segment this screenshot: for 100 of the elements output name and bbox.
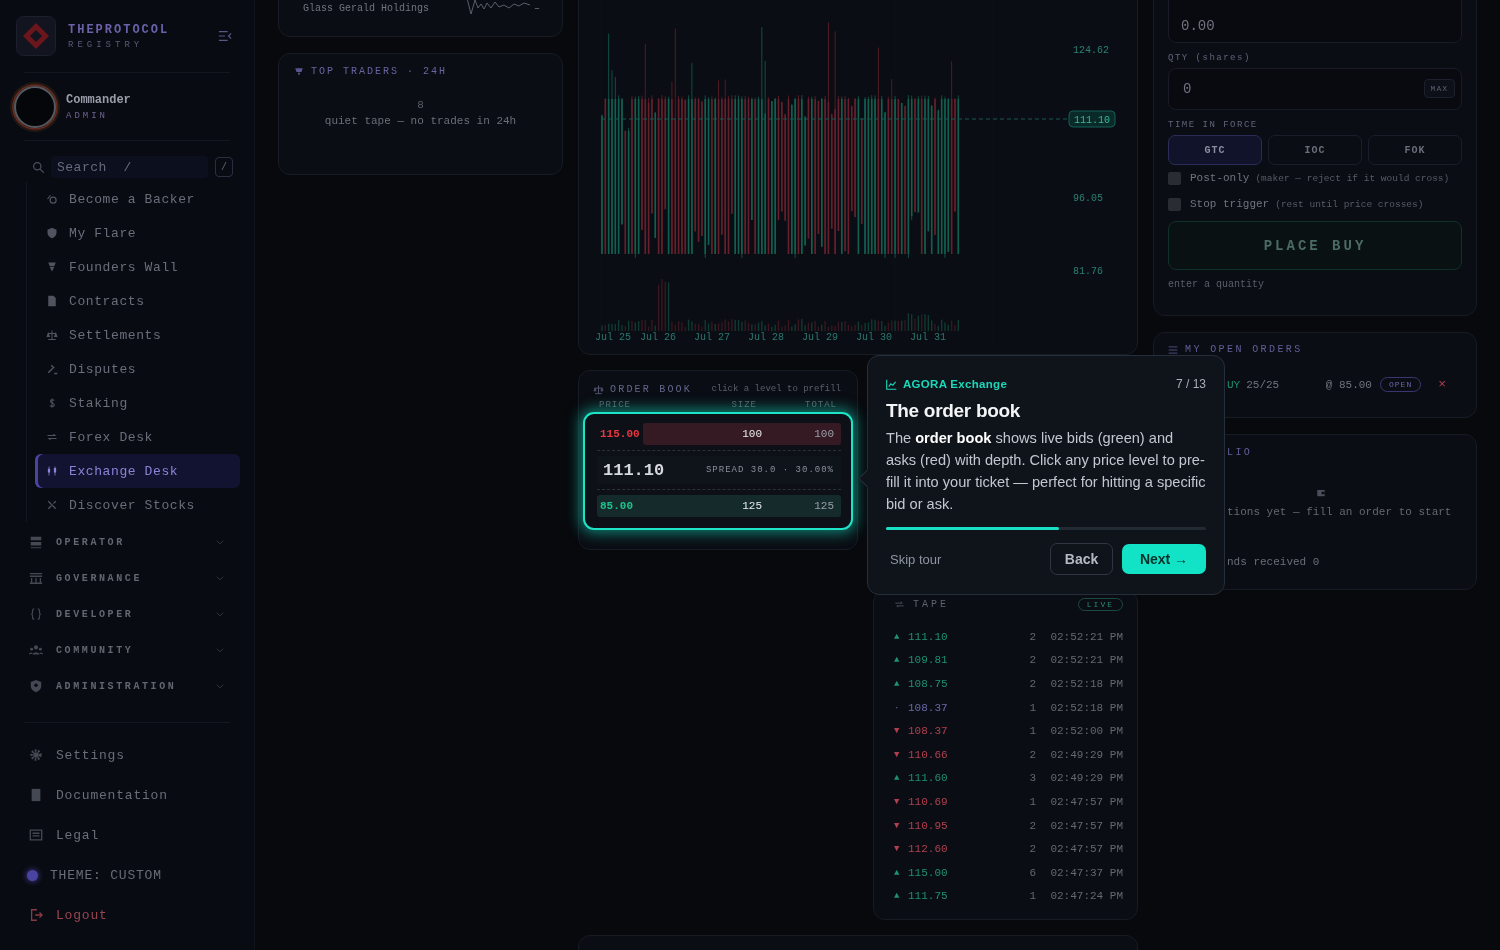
tour-brand: AGORA Exchange <box>903 378 1008 390</box>
nav-item[interactable]: My Flare <box>35 216 240 250</box>
dividends-text: nds received 0 <box>1227 556 1321 568</box>
cancel-button[interactable]: × <box>1438 377 1446 392</box>
trader-count: 8 <box>416 99 425 111</box>
nav-item[interactable]: Disputes <box>35 352 240 386</box>
level-size: 100 <box>741 428 762 440</box>
trade-price: 110.69 <box>908 795 949 808</box>
level-price: 85.00 <box>600 500 634 512</box>
trade-time: 02:49:29 PM <box>1049 772 1123 785</box>
group-label: ADMINISTRATION <box>56 680 178 692</box>
card-title: TAPE <box>913 598 949 610</box>
nav-item[interactable]: Staking <box>35 386 240 420</box>
step-counter: 7 / 13 <box>1175 377 1206 391</box>
option-label: Stop trigger <box>1190 198 1270 210</box>
trend-arrow: ▲ <box>894 773 901 784</box>
trade-qty: 1 <box>1028 890 1036 903</box>
nav-group[interactable]: COMMUNITY <box>0 632 254 668</box>
trade-time: 02:52:18 PM <box>1049 678 1123 690</box>
order-side: UY <box>1227 378 1241 391</box>
trade-time: 02:49:29 PM <box>1049 748 1123 761</box>
axis-label: Jul 25 <box>595 332 631 343</box>
trade-time: 02:47:57 PM <box>1049 819 1123 832</box>
axis-label: 96.05 <box>1073 193 1103 204</box>
nav-group[interactable]: GOVERNANCE <box>0 560 254 596</box>
trade-price: 108.37 <box>908 701 949 714</box>
change-value: – <box>534 3 540 14</box>
card-title: LIO <box>1227 447 1254 458</box>
group-label: OPERATOR <box>56 536 126 548</box>
group-label: COMMUNITY <box>56 644 135 656</box>
trend-arrow: ▲ <box>894 867 901 878</box>
price-field[interactable]: 0.00 <box>1168 0 1462 43</box>
trade-qty: 2 <box>1028 843 1036 856</box>
trade-qty: 2 <box>1028 630 1036 643</box>
nav-item[interactable]: Exchange Desk <box>35 454 240 488</box>
nav-item[interactable]: Discover Stocks <box>35 488 240 522</box>
trade-qty: 2 <box>1028 819 1036 832</box>
time-in-force-option[interactable]: GTC <box>1168 135 1262 165</box>
trade-time: 02:47:24 PM <box>1049 890 1123 903</box>
nav-item[interactable]: Settlements <box>35 318 240 352</box>
footer-link[interactable]: Legal <box>0 815 254 855</box>
nav-group[interactable]: DEVELOPER <box>0 596 254 632</box>
nav-item[interactable]: Become a Backer <box>35 182 240 216</box>
trade-qty: 2 <box>1028 654 1036 667</box>
trade-time: 02:47:57 PM <box>1049 843 1123 856</box>
holding-name: Glass Gerald Holdings <box>303 3 431 14</box>
trade-qty: 6 <box>1028 866 1036 879</box>
trend-arrow: ▲ <box>894 679 901 689</box>
trade-time: 02:52:21 PM <box>1049 654 1123 667</box>
trade-qty: 2 <box>1028 678 1036 690</box>
option-label: Post-only <box>1190 172 1250 184</box>
trade-price: 111.10 <box>908 630 949 643</box>
tour-title: The order book <box>886 400 1022 422</box>
trend-arrow: ▼ <box>894 796 901 807</box>
user-name: Commander <box>66 92 131 107</box>
empty-message: quiet tape — no trades in 24h <box>323 115 518 127</box>
trade-time: 02:52:21 PM <box>1049 630 1123 643</box>
search-field[interactable]: Search / <box>51 156 208 178</box>
nav-item[interactable]: Contracts <box>35 284 240 318</box>
last-price: 111.10 <box>603 460 665 480</box>
next-button[interactable]: Next → <box>1122 544 1206 574</box>
trend-arrow: · <box>894 702 901 713</box>
trend-arrow: ▲ <box>894 631 901 642</box>
back-button[interactable]: Back <box>1050 543 1113 575</box>
shortcut-key: / <box>215 157 233 177</box>
time-in-force-option[interactable]: FOK <box>1368 135 1462 165</box>
axis-label: Jul 27 <box>694 332 730 343</box>
trend-arrow: ▼ <box>894 820 901 831</box>
helper-text: enter a quantity <box>1168 279 1265 290</box>
ask-level-row[interactable]: 115.00 100 100 <box>597 423 841 445</box>
option-hint: (maker — reject if it would cross) <box>1255 172 1450 184</box>
time-in-force-option[interactable]: IOC <box>1268 135 1362 165</box>
level-total: 125 <box>813 500 834 512</box>
nav-item[interactable]: Founders Wall <box>35 250 240 284</box>
nav-item[interactable]: Forex Desk <box>35 420 240 454</box>
axis-label: 81.76 <box>1073 266 1103 277</box>
nav-group[interactable]: ADMINISTRATION <box>0 668 254 704</box>
hint-text: click a level to prefill <box>711 384 841 394</box>
bid-level-row[interactable]: 85.00 125 125 <box>597 495 841 517</box>
trade-qty: 2 <box>1028 748 1036 761</box>
order-price: @ 85.00 <box>1325 378 1372 391</box>
axis-label: Jul 31 <box>910 332 946 343</box>
trade-qty: 3 <box>1028 772 1036 785</box>
trade-price: 108.75 <box>908 678 949 690</box>
skip-tour-link[interactable]: Skip tour <box>890 551 942 567</box>
level-total: 100 <box>813 428 834 440</box>
logout-link[interactable]: Logout <box>0 895 254 935</box>
theme-label[interactable]: THEME: CUSTOM <box>50 867 162 883</box>
trade-price: 115.00 <box>908 866 949 879</box>
card-title: TOP TRADERS · 24H <box>311 66 448 77</box>
max-button[interactable]: MAX <box>1423 79 1455 98</box>
empty-message: tions yet — fill an order to start <box>1227 506 1453 518</box>
footer-link[interactable]: Settings <box>0 735 254 775</box>
trend-arrow: ▲ <box>894 891 901 902</box>
column-header: TOTAL <box>804 400 837 412</box>
trend-arrow: ▼ <box>894 844 901 855</box>
trade-qty: 1 <box>1028 725 1036 738</box>
nav-group[interactable]: OPERATOR <box>0 524 254 560</box>
footer-link[interactable]: Documentation <box>0 775 254 815</box>
field-label: QTY (shares) <box>1168 53 1252 65</box>
